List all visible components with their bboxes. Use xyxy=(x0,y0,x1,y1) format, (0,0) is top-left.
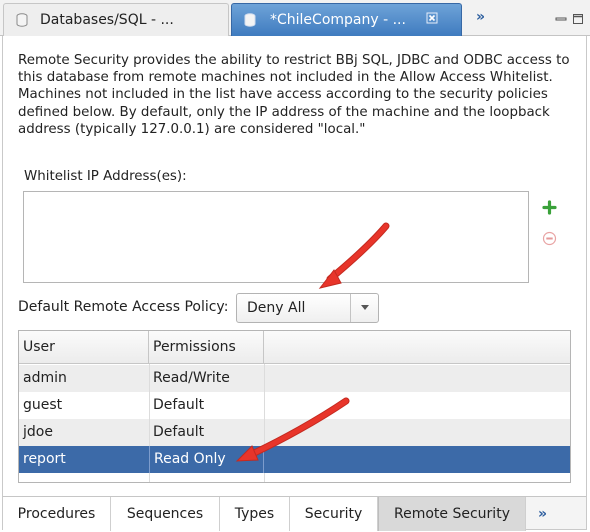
cell-user: jdoe xyxy=(23,424,53,440)
cell-user: report xyxy=(23,451,66,467)
whitelist-ip-list[interactable] xyxy=(23,191,529,283)
column-header-user[interactable]: User xyxy=(19,331,149,364)
cell-permissions: Default xyxy=(153,424,205,440)
default-policy-label: Default Remote Access Policy: xyxy=(18,299,229,315)
database-icon xyxy=(16,13,28,27)
maximize-icon[interactable] xyxy=(572,10,584,24)
tab-procedures[interactable]: Procedures xyxy=(3,497,111,531)
tab-chilecompany[interactable]: *ChileCompany - ... xyxy=(231,3,462,36)
tab-label: Databases/SQL - ... xyxy=(40,12,174,28)
cell-permissions: Default xyxy=(153,397,205,413)
table-row[interactable]: jdoe Default xyxy=(19,419,570,446)
database-icon xyxy=(244,13,256,27)
tab-label: *ChileCompany - ... xyxy=(270,12,406,28)
column-header-permissions[interactable]: Permissions xyxy=(149,331,264,364)
tab-remote-security[interactable]: Remote Security xyxy=(378,497,526,531)
cell-permissions: Read Only xyxy=(149,446,264,473)
table-row-selected[interactable]: report Read Only xyxy=(19,446,570,473)
default-policy-select[interactable]: Deny All xyxy=(236,293,379,323)
cell-user: guest xyxy=(23,397,63,413)
editor-tab-bar: Databases/SQL - ... *ChileCompany - ... … xyxy=(0,0,590,36)
column-divider xyxy=(264,392,265,419)
column-divider xyxy=(264,365,265,392)
tab-databases-sql[interactable]: Databases/SQL - ... xyxy=(3,3,229,36)
chevron-down-icon[interactable] xyxy=(361,305,369,310)
remote-security-description: Remote Security provides the ability to … xyxy=(18,53,570,137)
column-divider xyxy=(149,365,150,392)
minimize-icon[interactable] xyxy=(555,10,567,22)
editor-page-tabs: Procedures Sequences Types Security Remo… xyxy=(2,496,587,531)
column-divider xyxy=(264,419,265,446)
close-icon[interactable] xyxy=(425,12,439,26)
cell-user: admin xyxy=(23,370,67,386)
plus-icon[interactable] xyxy=(542,200,557,215)
whitelist-label: Whitelist IP Address(es): xyxy=(24,169,187,184)
column-divider xyxy=(149,392,150,419)
table-row[interactable]: admin Read/Write xyxy=(19,365,570,392)
user-permissions-table: User Permissions admin Read/Write guest … xyxy=(18,330,571,483)
tab-overflow-chevron-icon[interactable]: » xyxy=(538,497,547,531)
table-header: User Permissions xyxy=(19,331,570,364)
minus-icon[interactable] xyxy=(542,231,557,246)
select-divider xyxy=(350,294,351,322)
column-divider xyxy=(149,419,150,446)
tab-types[interactable]: Types xyxy=(220,497,290,531)
tab-security[interactable]: Security xyxy=(290,497,378,531)
table-row[interactable]: guest Default xyxy=(19,392,570,419)
tab-overflow-chevron-icon[interactable]: » xyxy=(476,9,485,25)
default-policy-value: Deny All xyxy=(247,300,306,316)
cell-permissions: Read/Write xyxy=(153,370,230,386)
tab-sequences[interactable]: Sequences xyxy=(111,497,220,531)
